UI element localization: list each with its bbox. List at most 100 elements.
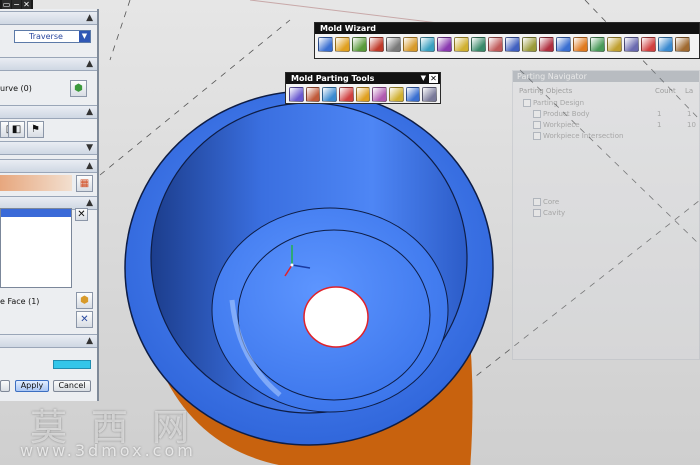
parting-tool-9-icon[interactable] [422, 87, 438, 102]
parting-tool-3-icon[interactable] [322, 87, 338, 102]
parting-tool-2-icon[interactable] [305, 87, 321, 102]
chevron-up-icon: ▲ [86, 107, 93, 117]
parting-navigator-title[interactable]: Parting Navigator [513, 71, 699, 82]
tree-item[interactable]: Workpiece [533, 121, 580, 129]
palette-icon: ▦ [79, 178, 90, 189]
checkbox[interactable] [533, 110, 541, 118]
mold-wizard-tool-9-icon[interactable] [454, 37, 469, 52]
mold-wizard-tool-13-icon[interactable] [522, 37, 537, 52]
mold-wizard-tool-18-icon[interactable] [607, 37, 622, 52]
mold-wizard-toolbar: Mold Wizard [314, 22, 700, 59]
mold-wizard-title[interactable]: Mold Wizard [315, 23, 699, 34]
mold-wizard-icon-row [315, 34, 699, 55]
part-hole[interactable] [303, 286, 369, 348]
mold-wizard-tool-22-icon[interactable] [675, 37, 690, 52]
tree-item[interactable]: Workpiece Intersection [533, 132, 623, 140]
mold-wizard-tool-3-icon[interactable] [352, 37, 367, 52]
face-count-label: e Face (1) [0, 297, 40, 306]
close-icon[interactable]: ✕ [429, 74, 438, 83]
mold-wizard-tool-1-icon[interactable] [318, 37, 333, 52]
tree-item-label: Core [543, 198, 560, 206]
curve-count-label: urve (0) [0, 84, 32, 93]
parting-tool-7-icon[interactable] [389, 87, 404, 102]
mold-parting-tools-toolbar: Mold Parting Tools ▼ ✕ [285, 72, 441, 104]
tree-item-layer: 1 [687, 110, 692, 118]
window-controls: ▭ − ✕ [0, 0, 33, 9]
checkbox[interactable] [523, 99, 531, 107]
parting-tool-5-icon[interactable] [355, 87, 371, 102]
color-section-header[interactable]: ▲ [0, 159, 97, 173]
color-swatch[interactable] [0, 175, 72, 191]
cube-icon: ⬢ [80, 295, 89, 306]
checkbox[interactable] [533, 198, 541, 206]
mold-wizard-tool-21-icon[interactable] [658, 37, 673, 52]
checkbox[interactable] [533, 121, 541, 129]
mold-wizard-tool-5-icon[interactable] [386, 37, 401, 52]
mold-wizard-tool-15-icon[interactable] [556, 37, 571, 52]
cancel-button[interactable]: Cancel [53, 380, 91, 392]
mold-wizard-tool-20-icon[interactable] [641, 37, 656, 52]
parting-dialog: ▲ Traverse ▼ ▲ urve (0) ⬢ ▲ ▯ ◧ ⚑ ▼ ▲ ▦ … [0, 9, 99, 401]
tree-item-label: Parting Design [533, 99, 585, 107]
checkbox[interactable] [533, 132, 541, 140]
tree-item[interactable]: Product Body [533, 110, 589, 118]
parting-tools-title[interactable]: Mold Parting Tools ▼ ✕ [286, 73, 440, 84]
chevron-down-icon: ▼ [79, 31, 90, 42]
mold-wizard-tool-19-icon[interactable] [624, 37, 639, 52]
mold-wizard-tool-16-icon[interactable] [573, 37, 588, 52]
column-layer[interactable]: La [685, 87, 693, 95]
option-button-2[interactable]: ◧ [8, 121, 25, 138]
shape-icon: ◧ [11, 124, 22, 135]
list-item[interactable] [1, 209, 71, 217]
chevron-up-icon: ▲ [86, 13, 93, 23]
restore-icon[interactable]: ▭ [2, 0, 11, 9]
ok-button[interactable] [0, 380, 10, 392]
method-dropdown[interactable]: Traverse ▼ [14, 30, 91, 43]
preview-section-header[interactable]: ▲ [0, 334, 97, 348]
options-section-header[interactable]: ▲ [0, 105, 97, 119]
mold-wizard-tool-6-icon[interactable] [403, 37, 418, 52]
dialog-section-header[interactable]: ▲ [0, 11, 97, 25]
mold-wizard-tool-17-icon[interactable] [590, 37, 605, 52]
select-curve-button[interactable]: ⬢ [70, 80, 87, 97]
parting-tools-icon-row [286, 84, 440, 105]
watermark-url: www.3dmox.com [20, 441, 196, 460]
tree-item-count: 1 [657, 110, 662, 118]
column-parting-objects[interactable]: Parting Objects [519, 87, 572, 95]
parting-tool-6-icon[interactable] [372, 87, 388, 102]
tree-item[interactable]: Cavity [533, 209, 565, 217]
settings-section-header[interactable]: ▼ [0, 141, 97, 155]
close-icon[interactable]: ✕ [22, 0, 31, 9]
apply-button[interactable]: Apply [15, 380, 49, 392]
mold-wizard-tool-14-icon[interactable] [539, 37, 554, 52]
parting-tool-4-icon[interactable] [339, 87, 354, 102]
color-picker-button[interactable]: ▦ [76, 175, 93, 192]
parting-tools-title-text: Mold Parting Tools [291, 74, 375, 83]
cube-icon: ⬢ [74, 83, 83, 94]
mold-wizard-tool-7-icon[interactable] [420, 37, 435, 52]
dropdown-caret-icon[interactable]: ▼ [421, 73, 426, 84]
parting-navigator-panel: Parting Navigator Parting Objects Count … [512, 70, 700, 360]
mold-wizard-tool-10-icon[interactable] [471, 37, 486, 52]
checkbox[interactable] [533, 209, 541, 217]
mold-wizard-tool-2-icon[interactable] [335, 37, 350, 52]
option-button-3[interactable]: ⚑ [27, 121, 44, 138]
column-count[interactable]: Count [655, 87, 676, 95]
remove-item-button[interactable]: ✕ [75, 208, 88, 221]
tree-item[interactable]: Core [533, 198, 559, 206]
curve-section-header[interactable]: ▲ [0, 57, 97, 71]
mold-wizard-tool-11-icon[interactable] [488, 37, 503, 52]
parting-tool-8-icon[interactable] [405, 87, 421, 102]
tree-item[interactable]: Parting Design [523, 99, 584, 107]
reverse-direction-button[interactable]: ✕ [76, 311, 93, 328]
tree-item-label: Cavity [543, 209, 566, 217]
select-face-button[interactable]: ⬢ [76, 292, 93, 309]
parting-tool-1-icon[interactable] [289, 87, 304, 102]
tree-item-label: Product Body [543, 110, 590, 118]
flag-icon: ⚑ [31, 124, 40, 135]
selection-list[interactable] [0, 208, 72, 288]
minimize-icon[interactable]: − [12, 0, 21, 9]
mold-wizard-tool-8-icon[interactable] [437, 37, 452, 52]
mold-wizard-tool-4-icon[interactable] [369, 37, 384, 52]
mold-wizard-tool-12-icon[interactable] [505, 37, 520, 52]
